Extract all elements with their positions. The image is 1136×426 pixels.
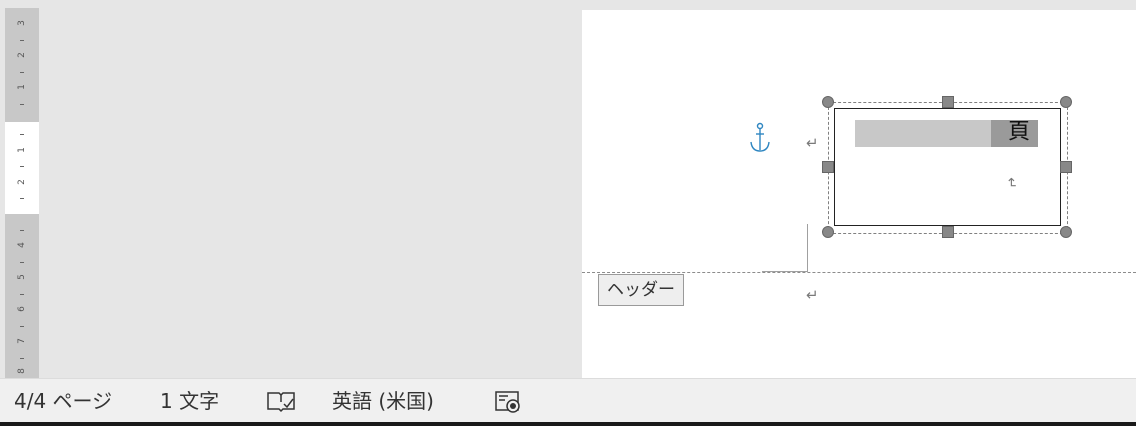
book-check-icon[interactable] bbox=[266, 390, 298, 414]
header-boundary-line bbox=[582, 272, 1136, 273]
language-indicator[interactable]: 英語 (米国) bbox=[332, 387, 434, 415]
page-number-field[interactable]: 頁 bbox=[1001, 119, 1029, 141]
resize-handle-left[interactable] bbox=[822, 161, 834, 173]
ruler-mark: 4 bbox=[17, 242, 27, 248]
vertical-ruler[interactable]: 3 2 1 1 2 4 5 6 7 8 bbox=[0, 0, 48, 378]
focus-view-icon[interactable] bbox=[494, 390, 524, 416]
resize-handle-top[interactable] bbox=[942, 96, 954, 108]
resize-handle-bottom[interactable] bbox=[942, 226, 954, 238]
ruler-mark: 5 bbox=[17, 274, 27, 280]
status-bar: 4/4 ページ 1 文字 英語 (米国) bbox=[0, 378, 1136, 423]
header-tab[interactable]: ヘッダー bbox=[598, 274, 684, 306]
textbox-field-shading bbox=[855, 120, 991, 147]
anchor-connector bbox=[807, 224, 808, 272]
page-count[interactable]: 4/4 ページ bbox=[14, 387, 112, 415]
word-count[interactable]: 1 文字 bbox=[160, 387, 219, 415]
taskbar-edge bbox=[0, 422, 1136, 426]
resize-handle-bottom-right[interactable] bbox=[1060, 226, 1072, 238]
ruler-mark: 3 bbox=[17, 20, 27, 26]
resize-handle-bottom-left[interactable] bbox=[822, 226, 834, 238]
paragraph-mark: ↵ bbox=[806, 134, 819, 152]
ruler-mark: 1 bbox=[17, 147, 27, 153]
textbox-paragraph-mark: ↵ bbox=[1002, 177, 1019, 189]
text-box[interactable]: 頁 ↵ bbox=[834, 108, 1061, 226]
anchor-icon[interactable] bbox=[748, 122, 772, 156]
ruler-mark: 7 bbox=[17, 338, 27, 344]
ruler-mark: 1 bbox=[17, 84, 27, 90]
resize-handle-top-right[interactable] bbox=[1060, 96, 1072, 108]
ruler-tick bbox=[20, 104, 24, 105]
resize-handle-top-left[interactable] bbox=[822, 96, 834, 108]
ruler-mark: 2 bbox=[17, 179, 27, 185]
paragraph-mark: ↵ bbox=[806, 286, 819, 304]
document-page[interactable]: ↵ ↵ ヘッダー 頁 ↵ bbox=[582, 10, 1136, 378]
ruler-mark: 6 bbox=[17, 306, 27, 312]
ruler-mark: 2 bbox=[17, 52, 27, 58]
resize-handle-right[interactable] bbox=[1060, 161, 1072, 173]
